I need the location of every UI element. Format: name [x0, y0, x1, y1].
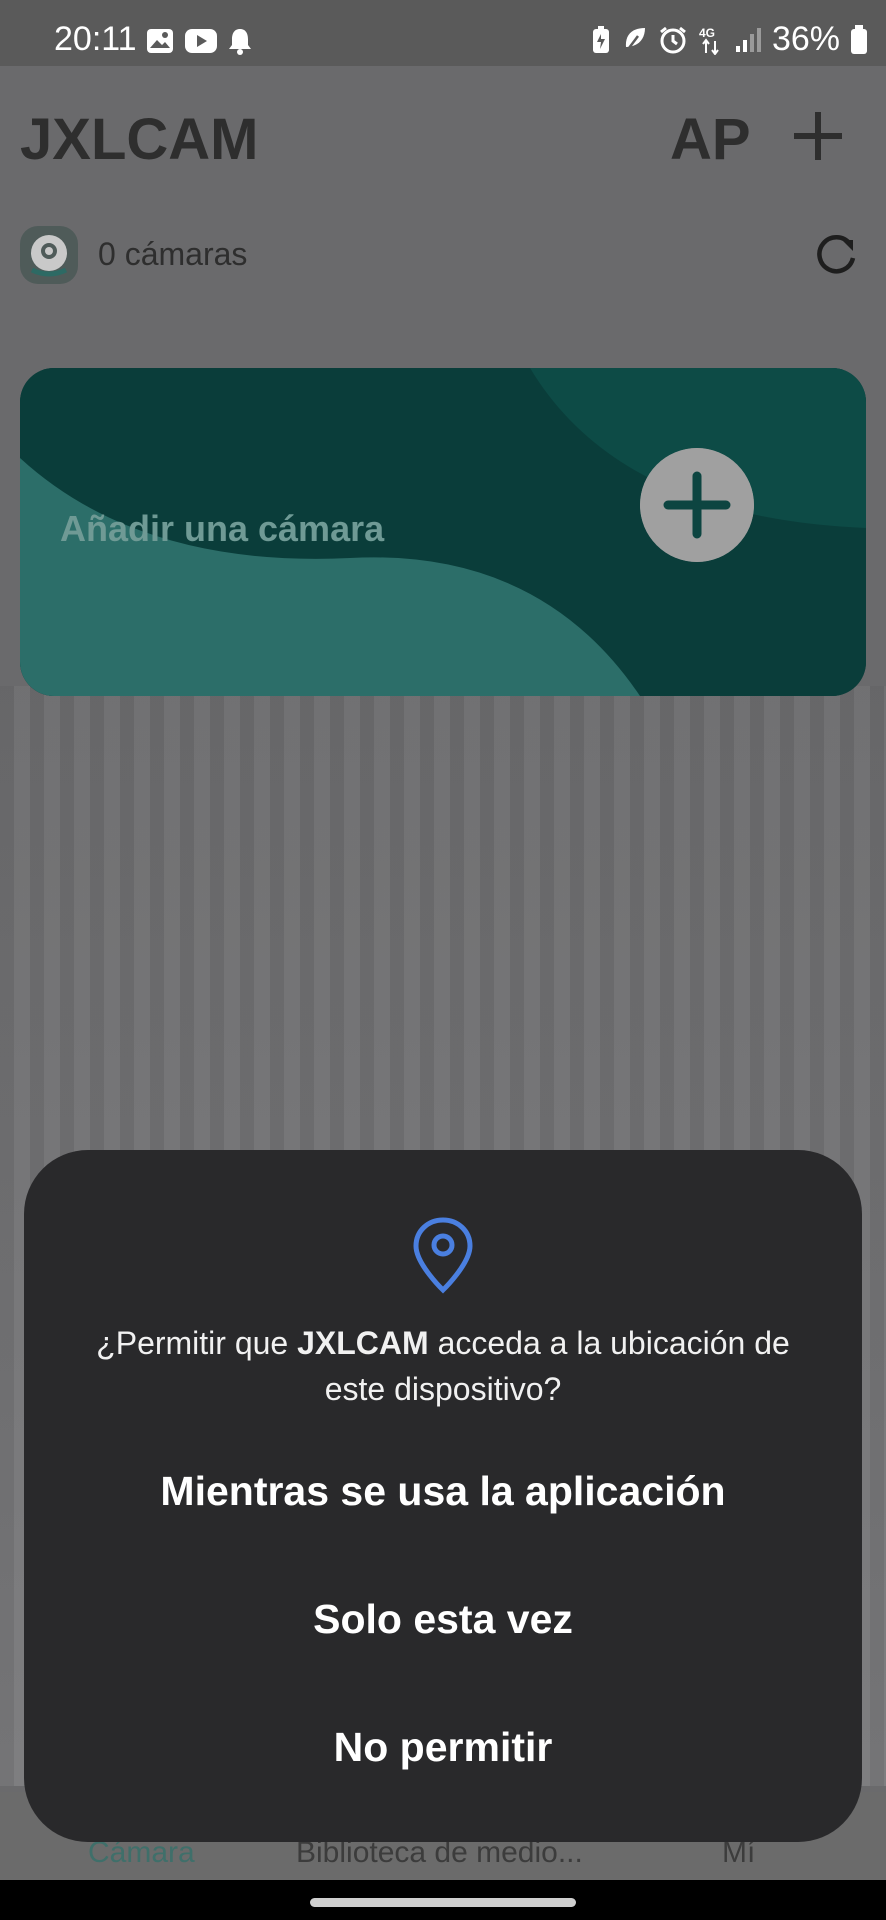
status-time: 20:11	[54, 20, 137, 58]
leaf-icon	[624, 27, 645, 53]
gesture-bar	[0, 1880, 886, 1920]
battery-percent: 36%	[771, 20, 840, 58]
network-4g-icon: 4G	[699, 26, 719, 55]
gallery-icon	[147, 29, 173, 53]
add-camera-label: Añadir una cámara	[60, 508, 385, 549]
refresh-icon[interactable]	[812, 230, 860, 278]
location-permission-dialog: ¿Permitir que JXLCAM acceda a la ubicaci…	[24, 1150, 862, 1842]
dialog-question: ¿Permitir que JXLCAM acceda a la ubicaci…	[96, 1325, 790, 1407]
alarm-icon	[660, 26, 686, 53]
home-indicator[interactable]	[310, 1898, 576, 1907]
app-title: JXLCAM	[20, 107, 259, 172]
camera-avatar-icon	[20, 226, 78, 284]
camera-count: 0 cámaras	[98, 236, 248, 272]
svg-text:4G: 4G	[699, 26, 715, 40]
battery-icon	[851, 24, 867, 54]
deny-button[interactable]: No permitir	[24, 1724, 862, 1771]
location-pin-icon	[413, 1217, 473, 1294]
add-camera-plus-icon[interactable]	[640, 448, 754, 562]
add-icon[interactable]	[790, 108, 846, 164]
youtube-icon	[185, 29, 217, 53]
battery-saver-icon	[592, 25, 609, 53]
ap-mode-button[interactable]: AP	[670, 106, 751, 173]
dialog-app-name: JXLCAM	[297, 1325, 429, 1361]
status-bar: 20:11 4G 36%	[0, 0, 886, 66]
add-camera-card[interactable]: Añadir una cámara	[20, 368, 866, 696]
signal-icon	[735, 27, 761, 52]
allow-while-using-button[interactable]: Mientras se usa la aplicación	[24, 1468, 862, 1515]
notification-bell-icon	[229, 29, 251, 55]
allow-once-button[interactable]: Solo esta vez	[24, 1596, 862, 1643]
